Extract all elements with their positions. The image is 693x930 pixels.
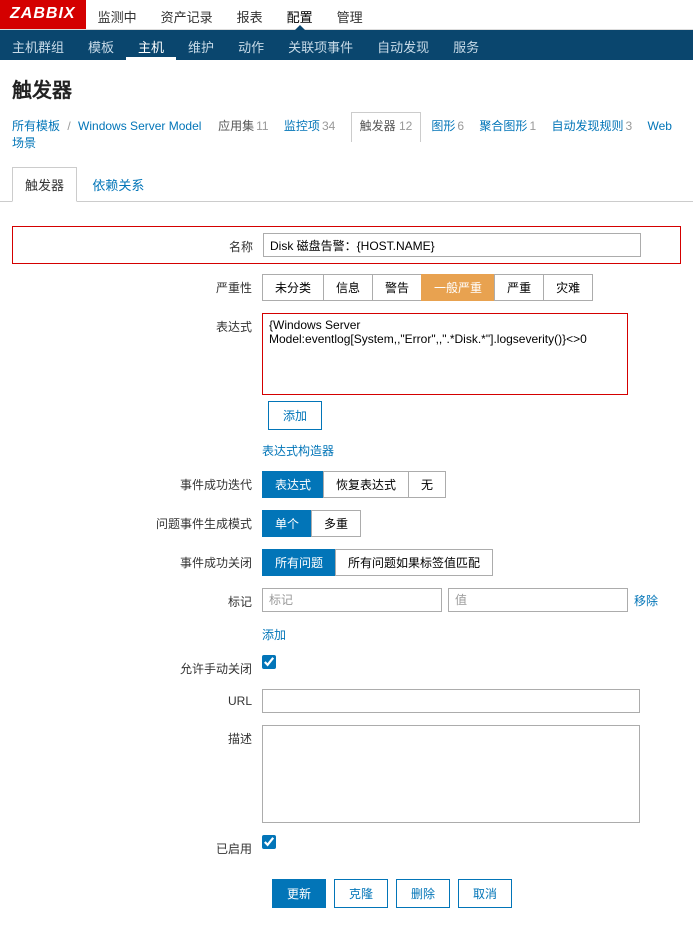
label-severity: 严重性 [12,274,262,296]
label-url: URL [12,689,262,708]
problem-mode-multiple[interactable]: 多重 [311,510,361,537]
severity-segmented: 未分类 信息 警告 一般严重 严重 灾难 [262,274,593,301]
main-nav-configuration[interactable]: 配置 [275,0,325,29]
update-button[interactable]: 更新 [272,879,326,908]
remove-tag-link[interactable]: 移除 [634,592,658,609]
label-allow-manual: 允许手动关闭 [12,655,262,677]
severity-high[interactable]: 严重 [494,274,544,301]
crumb-discovery-rules[interactable]: 自动发现规则 [551,119,623,133]
sub-nav-services[interactable]: 服务 [441,30,491,60]
breadcrumb: 所有模板 / Windows Server Model 应用集11 监控项34 … [0,113,693,161]
sub-nav-templates[interactable]: 模板 [76,30,126,60]
sub-nav-actions[interactable]: 动作 [226,30,276,60]
crumb-items[interactable]: 监控项 [284,119,320,133]
form-tabs: 触发器 依赖关系 [0,167,693,202]
enabled-checkbox[interactable] [262,835,276,849]
crumb-all-templates[interactable]: 所有模板 [12,119,60,133]
sub-nav-hosts[interactable]: 主机 [126,30,176,60]
expression-builder-link[interactable]: 表达式构造器 [262,442,334,459]
crumb-appset-count: 11 [256,119,268,133]
main-nav-reports[interactable]: 报表 [225,0,275,29]
expression-field[interactable] [262,313,628,395]
form-actions: 更新 克隆 删除 取消 [272,869,681,918]
sub-nav-discovery[interactable]: 自动发现 [365,30,441,60]
tag-key-field[interactable] [262,588,442,612]
crumb-graphs-count: 6 [457,119,464,133]
description-field[interactable] [262,725,640,823]
tag-value-field[interactable] [448,588,628,612]
event-ok-iter-none[interactable]: 无 [408,471,446,498]
sub-nav-hostgroups[interactable]: 主机群组 [0,30,76,60]
name-field[interactable] [263,233,641,257]
label-name: 名称 [13,233,263,255]
crumb-sep: / [67,119,70,133]
severity-unclassified[interactable]: 未分类 [262,274,324,301]
severity-disaster[interactable]: 灾难 [543,274,593,301]
url-field[interactable] [262,689,640,713]
crumb-screens-count: 1 [529,119,536,133]
delete-button[interactable]: 删除 [396,879,450,908]
allow-manual-checkbox[interactable] [262,655,276,669]
problem-mode-segmented: 单个 多重 [262,510,361,537]
severity-warning[interactable]: 警告 [372,274,422,301]
severity-info[interactable]: 信息 [323,274,373,301]
logo: ZABBIX [0,0,86,29]
crumb-appset[interactable]: 应用集 [218,119,254,133]
main-nav-inventory[interactable]: 资产记录 [149,0,225,29]
event-ok-iter-recovery[interactable]: 恢复表达式 [323,471,409,498]
crumb-model[interactable]: Windows Server Model [78,119,201,133]
label-problem-mode: 问题事件生成模式 [12,510,262,532]
sub-nav: 主机群组 模板 主机 维护 动作 关联项事件 自动发现 服务 [0,30,693,60]
event-ok-iter-segmented: 表达式 恢复表达式 无 [262,471,446,498]
problem-mode-single[interactable]: 单个 [262,510,312,537]
label-expression: 表达式 [12,313,262,335]
page-title: 触发器 [0,60,693,113]
crumb-items-count: 34 [322,119,335,133]
label-event-ok-iter: 事件成功迭代 [12,471,262,493]
main-nav: 监测中 资产记录 报表 配置 管理 [86,0,375,29]
add-expression-button[interactable]: 添加 [268,401,322,430]
tab-trigger[interactable]: 触发器 [12,167,77,202]
clone-button[interactable]: 克隆 [334,879,388,908]
label-enabled: 已启用 [12,835,262,857]
label-empty1 [12,442,262,447]
label-event-ok-close: 事件成功关闭 [12,549,262,571]
crumb-discovery-count: 3 [625,119,632,133]
crumb-screens[interactable]: 聚合图形 [479,119,527,133]
sub-nav-maintenance[interactable]: 维护 [176,30,226,60]
crumb-triggers[interactable]: 触发器 12 [351,112,422,142]
crumb-graphs[interactable]: 图形 [431,119,455,133]
event-ok-iter-expression[interactable]: 表达式 [262,471,324,498]
main-nav-administration[interactable]: 管理 [325,0,375,29]
severity-average[interactable]: 一般严重 [421,274,495,301]
label-description: 描述 [12,725,262,747]
event-ok-close-segmented: 所有问题 所有问题如果标签值匹配 [262,549,493,576]
event-ok-close-tag[interactable]: 所有问题如果标签值匹配 [335,549,493,576]
add-tag-link[interactable]: 添加 [262,626,286,643]
label-tags: 标记 [12,588,262,610]
main-nav-monitoring[interactable]: 监测中 [86,0,149,29]
trigger-form: 名称 严重性 未分类 信息 警告 一般严重 严重 灾难 表达式 添加 [0,202,693,930]
event-ok-close-all[interactable]: 所有问题 [262,549,336,576]
cancel-button[interactable]: 取消 [458,879,512,908]
sub-nav-correlation[interactable]: 关联项事件 [276,30,365,60]
tab-dependencies[interactable]: 依赖关系 [80,168,156,201]
